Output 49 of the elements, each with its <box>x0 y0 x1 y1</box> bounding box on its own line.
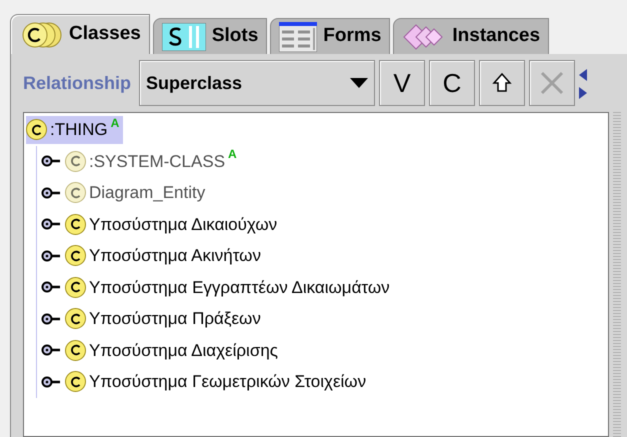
class-icon <box>65 276 86 298</box>
class-icon <box>65 182 86 204</box>
class-icon <box>65 340 86 361</box>
class-name: Υποσύστημα Εγγραπτέων Δικαιωμάτων <box>89 276 390 298</box>
tree-item[interactable]: Υποσύστημα Εγγραπτέων Δικαιωμάτων <box>65 273 394 302</box>
class-name: Υποσύστημα Πράξεων <box>89 308 261 330</box>
expand-handle-icon[interactable] <box>41 218 61 230</box>
abstract-label: A <box>228 148 237 160</box>
move-up-button[interactable] <box>479 60 526 106</box>
toolbar-button[interactable]: V <box>379 60 426 106</box>
class-name: Diagram_Entity <box>89 182 206 204</box>
tree-item[interactable]: Υποσύστημα Δικαιούχων <box>65 210 282 238</box>
tab[interactable]: Slots <box>152 18 268 54</box>
tab[interactable]: Classes <box>10 14 150 54</box>
class-name: :SYSTEM-CLASS <box>89 150 226 172</box>
expand-handle-icon[interactable] <box>41 281 61 294</box>
caret-icon <box>350 78 368 88</box>
expand-handle-icon[interactable] <box>41 155 61 168</box>
expand-handle-icon[interactable] <box>41 312 61 325</box>
tab[interactable]: Instances <box>393 18 550 54</box>
tree-item[interactable]: Υποσύστημα Γεωμετρικών Στοιχείων <box>65 368 370 396</box>
class-name: Υποσύστημα Γεωμετρικών Στοιχείων <box>89 371 366 393</box>
class-icon <box>65 214 86 235</box>
slots-icon <box>162 22 206 50</box>
tree-item[interactable]: Diagram_Entity <box>65 178 210 207</box>
tree-item[interactable]: Υποσύστημα Ακινήτων <box>65 242 265 270</box>
class-name: Υποσύστημα Ακινήτων <box>89 245 261 267</box>
expand-handle-icon[interactable] <box>41 376 61 388</box>
expand-handle-icon[interactable] <box>41 344 61 356</box>
class-icon <box>65 150 86 172</box>
relationship-label: Relationship <box>23 72 132 95</box>
class-icon <box>65 308 86 330</box>
delete-icon <box>539 70 566 96</box>
relationship-dropdown[interactable]: Superclass <box>139 60 376 106</box>
form-icon <box>279 22 318 52</box>
expand-handle-icon[interactable] <box>41 186 61 199</box>
tree-item[interactable]: Υποσύστημα Διαχείρισης <box>65 336 282 364</box>
class-icon <box>26 119 47 140</box>
toolbar-button[interactable]: C <box>429 60 476 106</box>
abstract-label: A <box>110 116 120 129</box>
expand-handle-icon[interactable] <box>41 250 61 262</box>
tree-item[interactable]: Υποσύστημα Πράξεων <box>65 304 265 333</box>
class-name: :THING <box>50 119 108 141</box>
tab[interactable]: Forms <box>270 18 390 54</box>
class-icon <box>65 371 86 392</box>
class-name: Υποσύστημα Δικαιούχων <box>89 214 278 236</box>
class-icon <box>65 245 86 266</box>
up-arrow-icon <box>491 72 514 94</box>
class-name: Υποσύστημα Διαχείρισης <box>89 340 278 362</box>
